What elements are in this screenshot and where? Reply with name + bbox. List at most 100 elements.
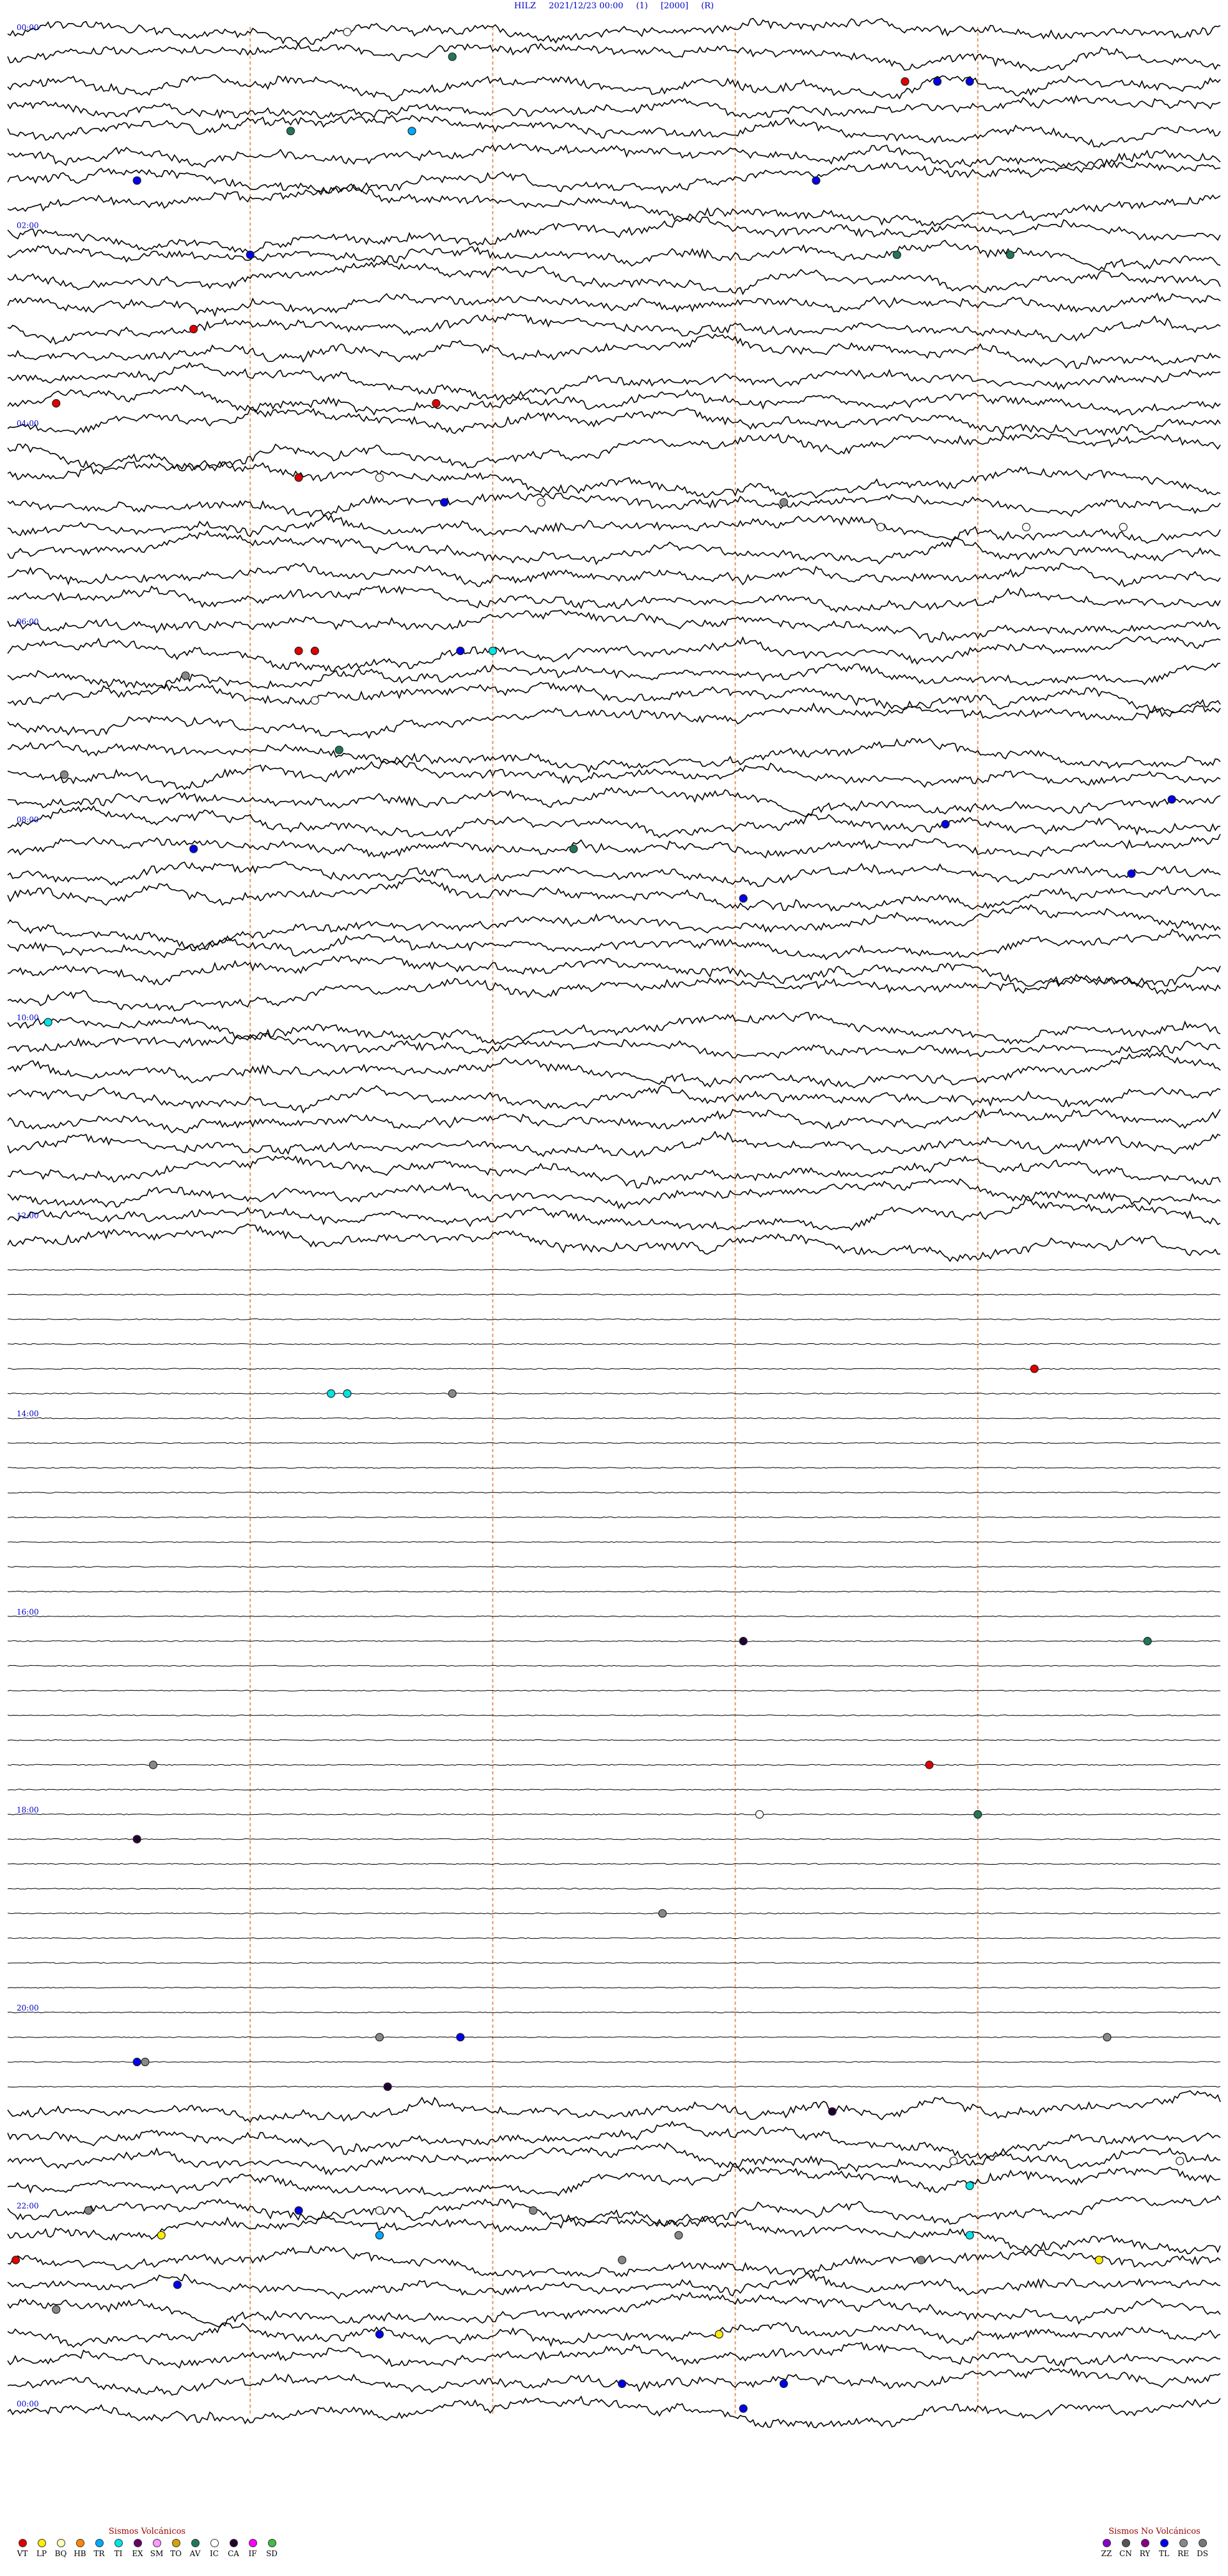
seismogram-trace: [7, 955, 1221, 987]
event-marker: [528, 2206, 538, 2215]
seismogram-trace: [7, 292, 1221, 317]
seismogram-trace: [7, 1155, 1221, 1189]
seismogram-trace: [7, 1223, 1221, 1263]
event-marker: [343, 28, 352, 36]
seismogram-trace: [7, 17, 1221, 46]
legend-item-label: TI: [114, 2549, 123, 2558]
seismogram-trace: [7, 1032, 1221, 1059]
seismogram-trace: [7, 1566, 1221, 1568]
legend-color-swatch: [1121, 2539, 1130, 2547]
seismogram-trace: [7, 1130, 1221, 1158]
event-marker: [132, 1835, 141, 1844]
seismogram-trace: [7, 1912, 1221, 1915]
event-marker: [892, 250, 902, 259]
hour-label: 00:00: [17, 23, 39, 32]
seismogram-trace: [7, 158, 1221, 196]
legend-nonvolcanic-item: DS: [1193, 2539, 1212, 2559]
seismogram-trace: [7, 805, 1221, 839]
event-marker: [43, 1018, 52, 1027]
legend-item-label: TL: [1159, 2549, 1169, 2558]
event-marker: [1030, 1364, 1039, 1373]
seismogram-trace: [7, 1986, 1221, 1989]
event-marker: [965, 77, 974, 86]
event-marker: [173, 2280, 182, 2289]
seismogram-trace: [7, 1343, 1221, 1345]
seismogram-trace: [7, 681, 1221, 713]
legend-item-label: RE: [1177, 2549, 1189, 2558]
legend-item-label: LP: [36, 2549, 47, 2558]
event-marker: [876, 523, 885, 532]
event-marker: [779, 2379, 789, 2389]
seismogram-trace: [7, 1318, 1221, 1320]
seismogram-trace: [7, 635, 1221, 672]
event-marker: [1119, 523, 1128, 532]
legend-color-swatch: [1198, 2539, 1207, 2547]
event-marker: [755, 1810, 764, 1819]
event-marker: [456, 646, 465, 656]
event-marker: [739, 1636, 748, 1646]
helicorder-plot: 00:00 02:00 04:00 06:00 08:00 10:00 12:00 14:00…: [7, 17, 1221, 2429]
event-marker: [569, 844, 578, 853]
seismogram-trace: [7, 738, 1221, 773]
seismogram-trace: [7, 585, 1221, 613]
seismogram-trace: [7, 2291, 1221, 2328]
hour-label: 08:00: [17, 815, 39, 824]
seismogram-trace: [7, 1417, 1221, 1419]
event-marker: [933, 77, 942, 86]
seismogram-trace: [7, 1838, 1221, 1840]
seismogram-trace: [7, 1789, 1221, 1791]
event-marker: [141, 2057, 150, 2066]
event-marker: [375, 2231, 384, 2240]
seismogram-trace: [7, 1108, 1221, 1134]
legend-item-label: IC: [210, 2549, 219, 2558]
legend-volcanic-item: BQ: [51, 2539, 70, 2559]
event-marker: [1005, 250, 1015, 259]
seismogram-trace: [7, 1813, 1221, 1815]
event-marker: [343, 1389, 352, 1398]
seismogram-trace: [7, 259, 1221, 296]
seismogram-trace: [7, 1615, 1221, 1618]
hour-label: 20:00: [17, 2003, 39, 2012]
legend-item-label: VT: [17, 2549, 28, 2558]
seismogram-trace: [7, 904, 1221, 949]
seismogram-trace: [7, 2195, 1221, 2228]
event-marker: [375, 2033, 384, 2042]
seismogram-trace: [7, 95, 1221, 120]
seismogram-trace: [7, 2395, 1221, 2429]
legend-color-swatch: [1160, 2539, 1169, 2547]
event-marker: [439, 498, 449, 507]
event-marker: [157, 2231, 166, 2240]
hour-label: 18:00: [17, 1805, 39, 1814]
event-marker: [335, 745, 343, 754]
seismogram-trace: [7, 1085, 1221, 1114]
seismogram-trace: [7, 143, 1221, 169]
event-marker: [537, 498, 546, 507]
seismogram-trace: [7, 787, 1221, 818]
hour-label: 10:00: [17, 1013, 39, 1022]
event-marker: [812, 176, 821, 185]
legend-item-label: HB: [74, 2549, 86, 2558]
seismogram-trace: [7, 361, 1221, 401]
event-marker: [901, 77, 909, 86]
event-marker: [12, 2256, 20, 2264]
seismogram-trace: [7, 530, 1221, 565]
seismogram-trace: [7, 115, 1221, 148]
seismogram-trace: [7, 609, 1221, 643]
event-marker: [1103, 2033, 1112, 2042]
legend-color-swatch: [75, 2539, 84, 2547]
seismogram-trace: [7, 239, 1221, 271]
legend-color-swatch: [37, 2539, 46, 2547]
seismogram-trace: [7, 1640, 1221, 1642]
event-marker: [132, 176, 141, 185]
event-marker: [383, 2082, 392, 2091]
legend-nonvolcanic-item: RY: [1135, 2539, 1154, 2559]
hour-label: 02:00: [17, 221, 39, 230]
seismogram-trace: [7, 459, 1221, 499]
event-marker: [714, 2330, 723, 2339]
event-marker: [779, 498, 789, 507]
event-marker: [375, 473, 384, 482]
seismogram-trace: [7, 42, 1221, 72]
seismogram-trace: [7, 1393, 1221, 1395]
seismogram-trace: [7, 216, 1221, 254]
event-marker: [432, 399, 441, 408]
